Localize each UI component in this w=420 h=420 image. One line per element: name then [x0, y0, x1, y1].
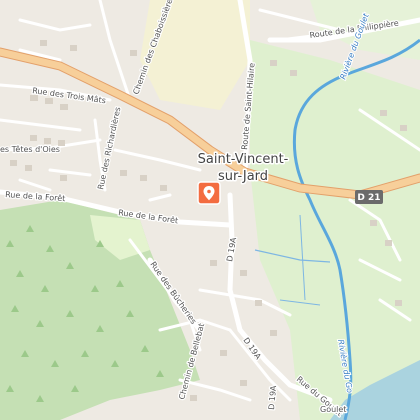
road-shield-label: D 21 — [357, 193, 380, 203]
label-tetes-oies: es Têtes d'Oies — [0, 144, 60, 154]
town-name-line1: Saint-Vincent- — [198, 152, 289, 167]
map-canvas[interactable]: D 21 Rue des Trois Mâts Chemin des Chabo… — [0, 0, 420, 420]
label-goulet-bottom: Goulet — [320, 405, 346, 414]
road-shield-d21: D 21 — [355, 190, 383, 204]
town-name-line2: sur-Jard — [218, 169, 268, 184]
map-pin-icon[interactable] — [197, 181, 221, 205]
